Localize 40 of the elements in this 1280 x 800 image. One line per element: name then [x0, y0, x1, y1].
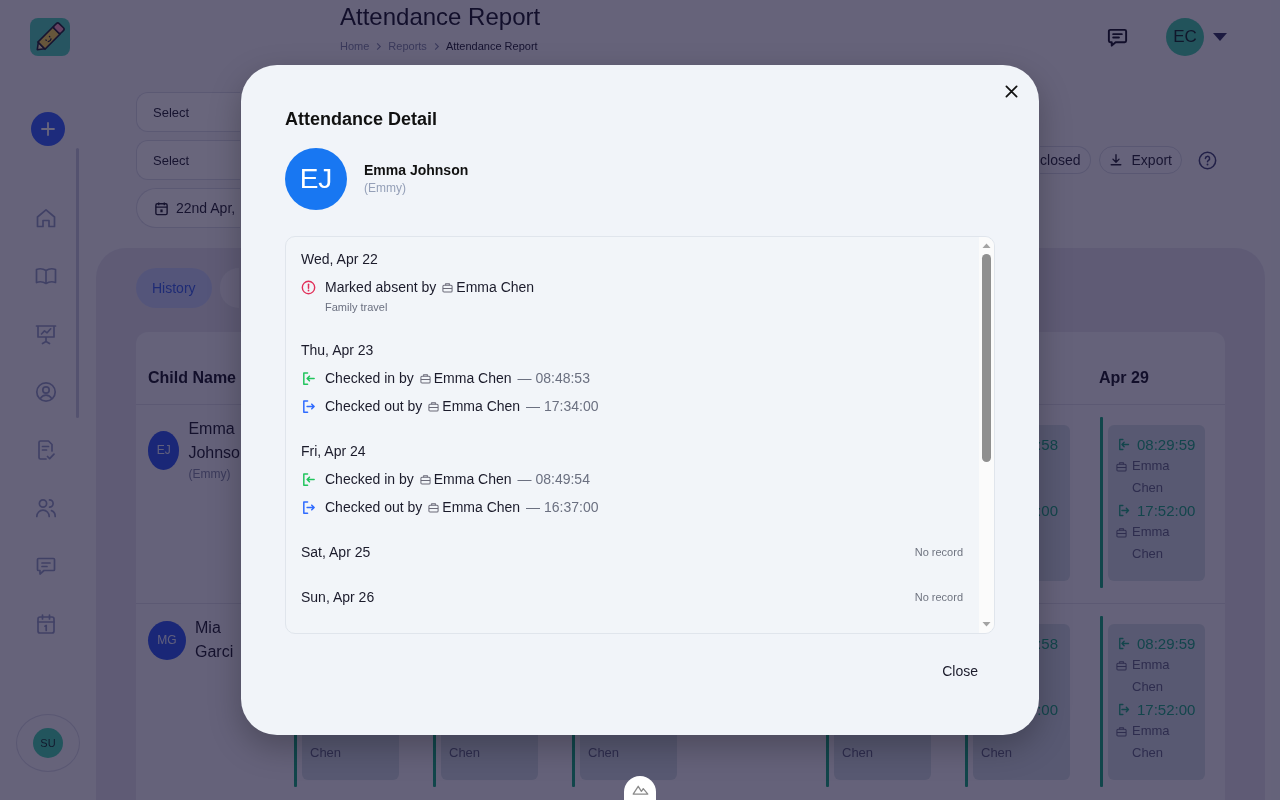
event-text: Checked out by — [325, 398, 423, 414]
child-avatar: MG — [148, 620, 186, 660]
day-heading: Wed, Apr 22 — [301, 250, 378, 269]
event-time: — 08:49:54 — [517, 471, 590, 487]
column-header: Apr 29 — [1099, 368, 1149, 388]
check-in-time: :58 — [1037, 634, 1058, 652]
child-name: Emma Johnson — [364, 161, 469, 179]
staff-name: Emma Chen — [442, 398, 521, 414]
event-time: — 08:48:53 — [517, 370, 590, 386]
event-text: Checked in by — [325, 471, 414, 487]
day-heading: Fri, Apr 24 — [301, 442, 366, 461]
check-in-time: 08:29:59 — [1137, 435, 1196, 453]
child-avatar: EJ — [285, 148, 347, 210]
staff-name: Emma Chen — [433, 471, 512, 487]
user-avatar: SU — [33, 728, 63, 758]
staff-name: Emma Chen — [456, 279, 535, 295]
dialog-title: Attendance Detail — [285, 108, 438, 131]
child-avatar: EJ — [148, 430, 180, 470]
staff-name: Emma Chen — [442, 499, 521, 515]
check-out-time: 17:52:00 — [1137, 700, 1196, 718]
column-header: Child Name — [148, 368, 236, 388]
event-note: Family travel — [325, 300, 388, 315]
check-in-time: 08:29:59 — [1137, 634, 1196, 652]
page-title: Attendance Report — [340, 2, 541, 32]
event-text: Checked in by — [325, 370, 414, 386]
check-out-time: :00 — [1037, 501, 1058, 519]
day-heading: Sun, Apr 26 — [301, 588, 375, 607]
event-text: Checked out by — [325, 499, 423, 515]
child-nickname: (Emmy) — [364, 180, 407, 197]
check-in-time: :58 — [1037, 435, 1058, 453]
status-text: No record — [914, 546, 963, 558]
status-text: No record — [914, 591, 963, 603]
day-heading: Thu, Apr 23 — [301, 341, 374, 360]
event-time: — 16:37:00 — [526, 499, 599, 515]
event-time: — 17:34:00 — [526, 398, 599, 414]
staff-name: Emma Chen — [433, 370, 512, 386]
check-out-time: 17:52:00 — [1137, 501, 1196, 519]
check-out-time: :00 — [1037, 700, 1058, 718]
event-text: Marked absent by — [325, 279, 437, 295]
day-heading: Sat, Apr 25 — [301, 543, 371, 562]
